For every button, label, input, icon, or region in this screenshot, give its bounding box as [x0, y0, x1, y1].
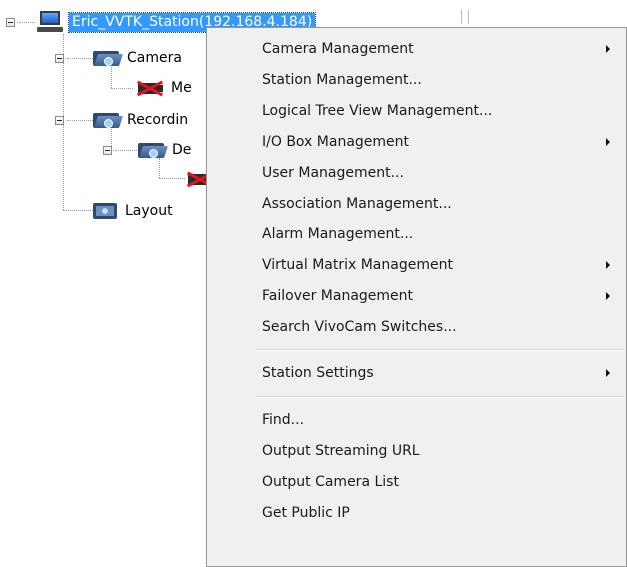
- submenu-arrow-icon: [606, 261, 610, 269]
- menu-item-label: I/O Box Management: [262, 134, 410, 150]
- tree-connector: [67, 120, 93, 121]
- submenu-arrow-icon: [606, 45, 610, 53]
- layout-icon: [93, 202, 119, 220]
- tree-connector: [159, 158, 160, 178]
- recording-group-label[interactable]: Recordin: [127, 112, 188, 128]
- menu-separator: [256, 396, 624, 398]
- tree-connector: [67, 58, 93, 59]
- tree-node-camera[interactable]: Me: [135, 77, 192, 99]
- tree-connector: [63, 210, 93, 211]
- disconnected-camera-icon: [135, 79, 165, 97]
- layout-label[interactable]: Layout: [125, 203, 173, 219]
- menu-item-label: Output Camera List: [262, 474, 399, 490]
- menu-item-label: Search VivoCam Switches...: [262, 319, 457, 335]
- recording-folder-icon: [93, 111, 123, 129]
- menu-item-io-box-management[interactable]: I/O Box Management: [207, 127, 626, 157]
- menu-item-failover-management[interactable]: Failover Management: [207, 281, 626, 311]
- menu-item-station-settings[interactable]: Station Settings: [207, 358, 626, 388]
- menu-item-label: Station Settings: [262, 365, 374, 381]
- camera-group-label[interactable]: Camera: [127, 50, 182, 66]
- menu-item-label: Find...: [262, 412, 305, 428]
- menu-item-label: Logical Tree View Management...: [262, 103, 493, 119]
- menu-item-output-camera-list[interactable]: Output Camera List: [207, 467, 626, 497]
- menu-item-label: Camera Management: [262, 41, 414, 57]
- menu-item-label: Alarm Management...: [262, 226, 414, 242]
- tree-connector: [159, 178, 185, 179]
- recording-subfolder-icon: [138, 141, 168, 159]
- tree-node-layout[interactable]: Layout: [93, 200, 173, 222]
- collapse-camera-toggle[interactable]: [55, 54, 64, 63]
- context-menu: Camera Management Station Management... …: [206, 27, 627, 567]
- tree-connector: [19, 22, 35, 23]
- computer-icon: [37, 11, 63, 33]
- collapse-recording-toggle[interactable]: [55, 116, 64, 125]
- camera-label[interactable]: Me: [171, 80, 192, 96]
- collapse-root-toggle[interactable]: [6, 18, 15, 27]
- menu-item-label: Association Management...: [262, 196, 452, 212]
- menu-item-station-management[interactable]: Station Management...: [207, 65, 626, 95]
- tree-node-recording-group[interactable]: Recordin: [93, 109, 188, 131]
- menu-item-label: Output Streaming URL: [262, 443, 420, 459]
- camera-folder-icon: [93, 49, 123, 67]
- tree-node-recording-subgroup[interactable]: De: [138, 139, 191, 161]
- menu-item-user-management[interactable]: User Management...: [207, 158, 626, 188]
- submenu-arrow-icon: [606, 292, 610, 300]
- menu-item-virtual-matrix-management[interactable]: Virtual Matrix Management: [207, 250, 626, 280]
- collapse-recording-sub-toggle[interactable]: [103, 146, 112, 155]
- menu-item-label: Failover Management: [262, 288, 414, 304]
- submenu-arrow-icon: [606, 369, 610, 377]
- menu-item-find[interactable]: Find...: [207, 405, 626, 435]
- menu-item-label: User Management...: [262, 165, 404, 181]
- menu-item-camera-management[interactable]: Camera Management: [207, 34, 626, 64]
- tree-connector: [115, 150, 137, 151]
- menu-item-label: Get Public IP: [262, 505, 350, 521]
- menu-item-label: Station Management...: [262, 72, 422, 88]
- menu-separator: [256, 349, 624, 351]
- tree-connector: [111, 88, 133, 89]
- menu-item-output-streaming-url[interactable]: Output Streaming URL: [207, 436, 626, 466]
- column-splitter[interactable]: [461, 10, 469, 24]
- recording-subgroup-label[interactable]: De: [172, 142, 191, 158]
- submenu-arrow-icon: [606, 138, 610, 146]
- menu-item-get-public-ip[interactable]: Get Public IP: [207, 498, 626, 528]
- menu-item-alarm-management[interactable]: Alarm Management...: [207, 219, 626, 249]
- menu-item-association-management[interactable]: Association Management...: [207, 189, 626, 219]
- menu-item-search-vivocam-switches[interactable]: Search VivoCam Switches...: [207, 312, 626, 342]
- menu-item-logical-tree-view-management[interactable]: Logical Tree View Management...: [207, 96, 626, 126]
- tree-node-camera-group[interactable]: Camera: [93, 47, 182, 69]
- menu-item-label: Virtual Matrix Management: [262, 257, 453, 273]
